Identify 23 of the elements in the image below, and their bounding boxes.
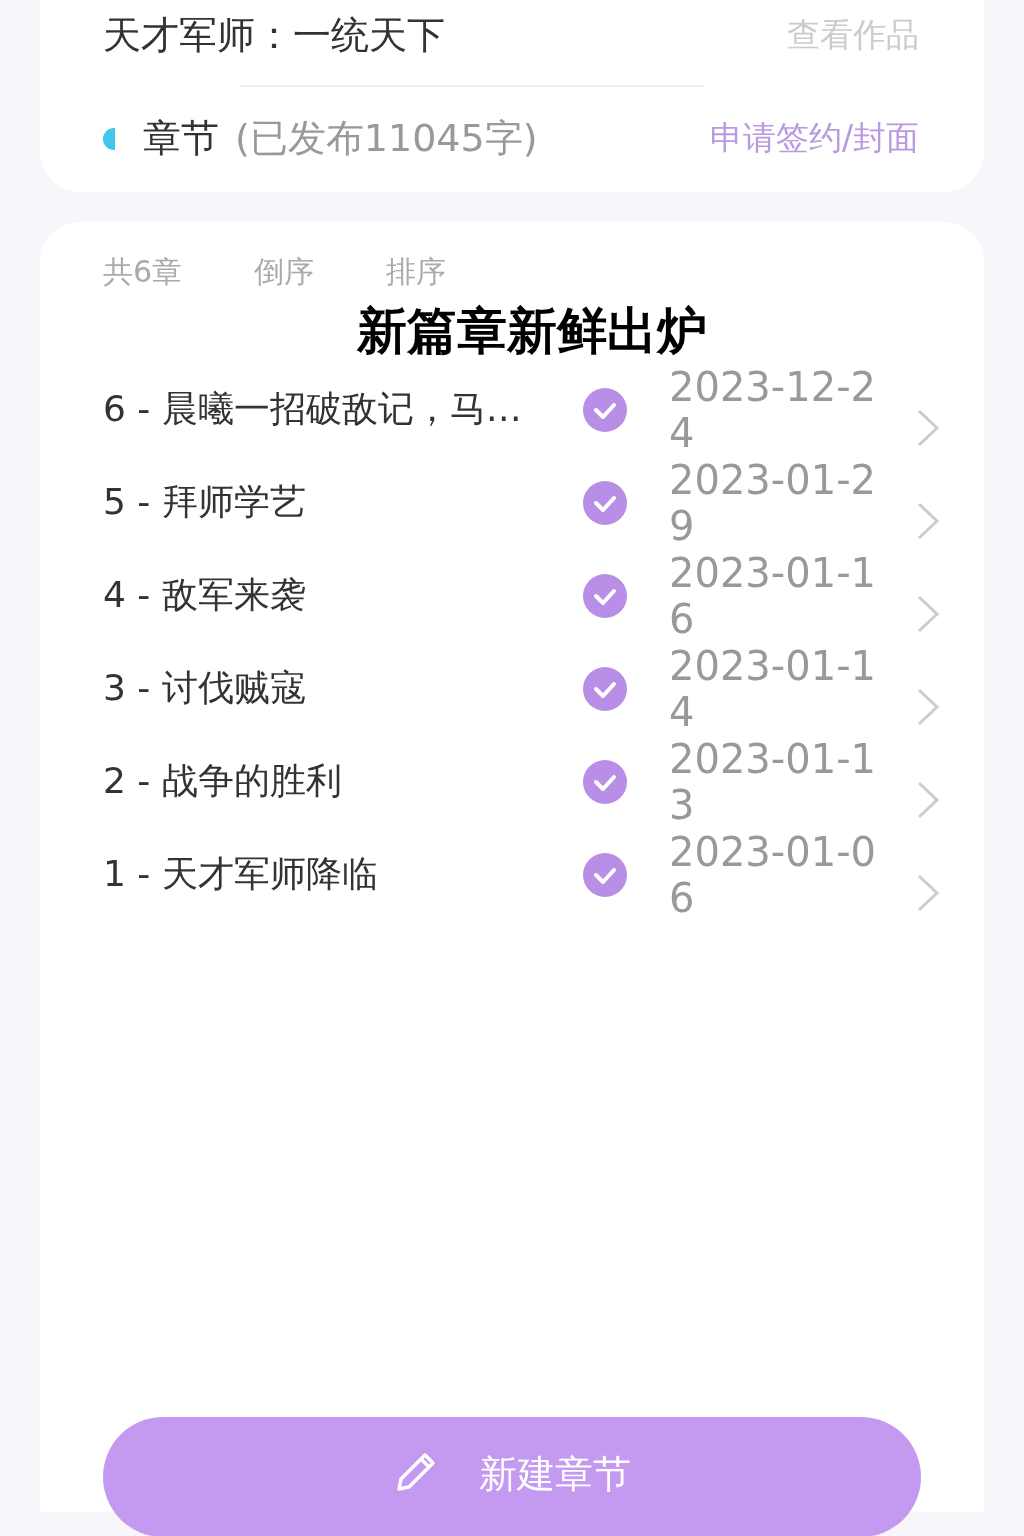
chapter-title[interactable]: 1 - 天才军师降临 [103, 850, 583, 899]
word-count: (已发布11045字) [235, 115, 538, 162]
book-title: 天才军师：一统天下 [103, 12, 445, 59]
chapter-date: 2023-12-24 [669, 363, 877, 456]
chapter-title[interactable]: 2 - 战争的胜利 [103, 757, 583, 806]
chapter-date: 2023-01-13 [669, 735, 877, 828]
chapter-date: 2023-01-14 [669, 642, 877, 735]
chevron-right-icon[interactable] [915, 593, 941, 634]
chapter-title[interactable]: 6 - 晨曦一招破敌记，马… [103, 385, 583, 434]
chevron-right-icon[interactable] [915, 500, 941, 541]
chapter-date: 2023-01-06 [669, 828, 877, 921]
chevron-right-icon[interactable] [915, 686, 941, 727]
section-label: 章节 [143, 115, 219, 162]
chapter-title[interactable]: 4 - 敌军来袭 [103, 571, 583, 620]
chapter-date: 2023-01-16 [669, 549, 877, 642]
section-marker-icon [103, 127, 115, 150]
chapter-title[interactable]: 5 - 拜师学艺 [103, 478, 583, 527]
chevron-right-icon[interactable] [915, 407, 941, 448]
caption-overlay: 新篇章新鲜出炉 [357, 302, 707, 360]
chevron-right-icon[interactable] [915, 872, 941, 913]
chevron-right-icon[interactable] [915, 779, 941, 820]
chapter-title[interactable]: 3 - 讨伐贼寇 [103, 664, 583, 713]
chapter-date: 2023-01-29 [669, 456, 877, 549]
